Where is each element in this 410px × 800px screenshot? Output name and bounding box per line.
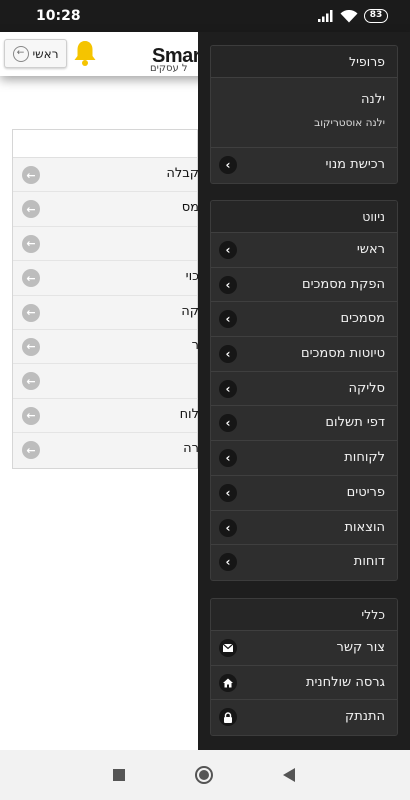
list-item[interactable]: ← ר [13, 329, 199, 365]
list-item[interactable]: ← כוי [13, 261, 199, 296]
menu-item-nav[interactable]: דפי תשלום ‹ [211, 406, 397, 442]
navigation-card: ניווט ראשי ‹ הפקת מסמכים ‹ מסמכים ‹ טיוטות מסמ… [210, 200, 398, 581]
chevron-left-icon: ‹ [219, 483, 237, 502]
menu-item-label: דוחות [353, 554, 385, 570]
list-header [13, 130, 197, 158]
general-card-title: כללי [211, 599, 397, 631]
menu-item-label: מסמכים [340, 311, 385, 327]
menu-item-label: פריטים [346, 484, 385, 500]
back-nav-icon[interactable] [283, 768, 295, 782]
brand-subtitle: ל עסקים [150, 63, 188, 74]
home-nav-icon[interactable] [195, 766, 213, 784]
menu-item-label: רכישת מנוי [325, 157, 386, 172]
back-arrow-icon: ← [22, 441, 40, 460]
page-rows: ← קבלה ← מס ← ← כוי ← קה ← ר ← ← לוח ← רה [13, 158, 199, 468]
menu-item-general[interactable]: גרסה שולחנית [211, 665, 397, 701]
list-item[interactable]: ← [13, 226, 197, 262]
bell-icon[interactable] [72, 39, 98, 67]
list-item-label: רה [183, 441, 199, 457]
list-item[interactable]: ← [13, 364, 197, 399]
menu-item-nav[interactable]: פריטים ‹ [211, 475, 397, 511]
chevron-left-icon: ‹ [219, 310, 237, 329]
home-button-label: ראשי [32, 46, 59, 61]
list-item-label: מס [181, 200, 199, 216]
signal-icon [318, 10, 333, 22]
menu-item-label: התנתק [344, 709, 385, 725]
navigation-card-title: ניווט [211, 201, 397, 233]
menu-item-purchase[interactable]: רכישת מנוי ‹ [211, 148, 397, 183]
back-arrow-icon: ← [22, 406, 40, 425]
side-menu: פרופיל ילנה ילנה אוסטריקוב רכישת מנוי ‹ … [198, 32, 410, 750]
chevron-left-icon: ‹ [219, 449, 237, 468]
list-item[interactable]: ← מס [13, 192, 199, 227]
chevron-left-icon: ‹ [219, 379, 237, 398]
menu-item-label: לקוחות [344, 450, 385, 466]
profile-name: ילנה [361, 92, 385, 107]
list-item[interactable]: ← לוח [13, 398, 199, 434]
chevron-left-icon: ‹ [219, 241, 237, 259]
profile-info: ילנה ילנה אוסטריקוב [211, 78, 397, 148]
menu-item-nav[interactable]: הפקת מסמכים ‹ [211, 267, 397, 303]
wifi-icon [340, 9, 358, 22]
back-arrow-icon: ← [22, 372, 40, 391]
back-arrow-icon: ← [22, 166, 40, 184]
general-card: כללי צור קשר גרסה שולחנית התנתק [210, 598, 398, 737]
status-time: 10:28 [36, 8, 81, 24]
status-icons: 83 [318, 8, 388, 24]
menu-item-label: צור קשר [336, 640, 386, 655]
chevron-left-icon: ‹ [219, 518, 237, 537]
list-item-label: קה [181, 303, 199, 319]
menu-item-general[interactable]: צור קשר [211, 631, 397, 666]
back-arrow-icon: ← [22, 269, 40, 288]
back-arrow-icon: ← [22, 337, 40, 356]
status-bar: 10:28 83 [0, 0, 410, 32]
back-arrow-icon: ← [22, 303, 40, 322]
recent-apps-icon[interactable] [113, 769, 125, 781]
profile-card-title: פרופיל [211, 46, 397, 78]
menu-item-nav[interactable]: מסמכים ‹ [211, 302, 397, 338]
menu-item-nav[interactable]: לקוחות ‹ [211, 441, 397, 476]
battery-icon: 83 [364, 9, 388, 23]
envelope-icon [219, 639, 237, 657]
menu-item-label: ראשי [356, 242, 385, 257]
list-item-label: קבלה [166, 166, 199, 181]
chevron-left-icon: ‹ [219, 156, 237, 174]
general-items: צור קשר גרסה שולחנית התנתק [211, 631, 397, 736]
home-button[interactable]: ← ראשי [4, 39, 67, 68]
menu-item-label: הוצאות [344, 519, 385, 535]
list-item[interactable]: ← קה [13, 295, 199, 330]
list-item[interactable]: ← קבלה [13, 158, 199, 193]
menu-item-label: דפי תשלום [325, 415, 385, 431]
menu-item-nav[interactable]: טיוטות מסמכים ‹ [211, 337, 397, 372]
chevron-left-icon: ‹ [219, 275, 237, 294]
menu-item-label: גרסה שולחנית [305, 674, 385, 690]
lock-icon [219, 708, 237, 727]
chevron-left-icon: ‹ [219, 345, 237, 364]
menu-item-nav[interactable]: הוצאות ‹ [211, 510, 397, 546]
navigation-items: ראשי ‹ הפקת מסמכים ‹ מסמכים ‹ טיוטות מסמכים ‹ סל… [211, 233, 397, 580]
profile-card: פרופיל ילנה ילנה אוסטריקוב רכישת מנוי ‹ [210, 45, 398, 184]
chevron-left-icon: ‹ [219, 553, 237, 572]
chevron-left-icon: ‹ [219, 414, 237, 433]
menu-item-label: סליקה [348, 380, 385, 396]
menu-item-nav[interactable]: דוחות ‹ [211, 545, 397, 580]
home-icon [219, 673, 237, 692]
profile-company: ילנה אוסטריקוב [314, 117, 385, 129]
menu-item-nav[interactable]: סליקה ‹ [211, 371, 397, 407]
list-item-label: לוח [179, 406, 199, 422]
list-item-label: כוי [185, 269, 199, 285]
system-nav-bar [0, 750, 410, 800]
back-arrow-icon: ← [12, 45, 29, 62]
list-item[interactable]: ← רה [13, 433, 199, 468]
menu-item-label: טיוטות מסמכים [300, 346, 385, 362]
menu-item-nav[interactable]: ראשי ‹ [211, 233, 397, 268]
page-list: ← קבלה ← מס ← ← כוי ← קה ← ר ← ← לוח ← רה [12, 129, 199, 469]
back-arrow-icon: ← [22, 200, 40, 219]
menu-item-label: הפקת מסמכים [301, 276, 385, 292]
menu-item-general[interactable]: התנתק [211, 700, 397, 736]
back-arrow-icon: ← [22, 234, 40, 253]
